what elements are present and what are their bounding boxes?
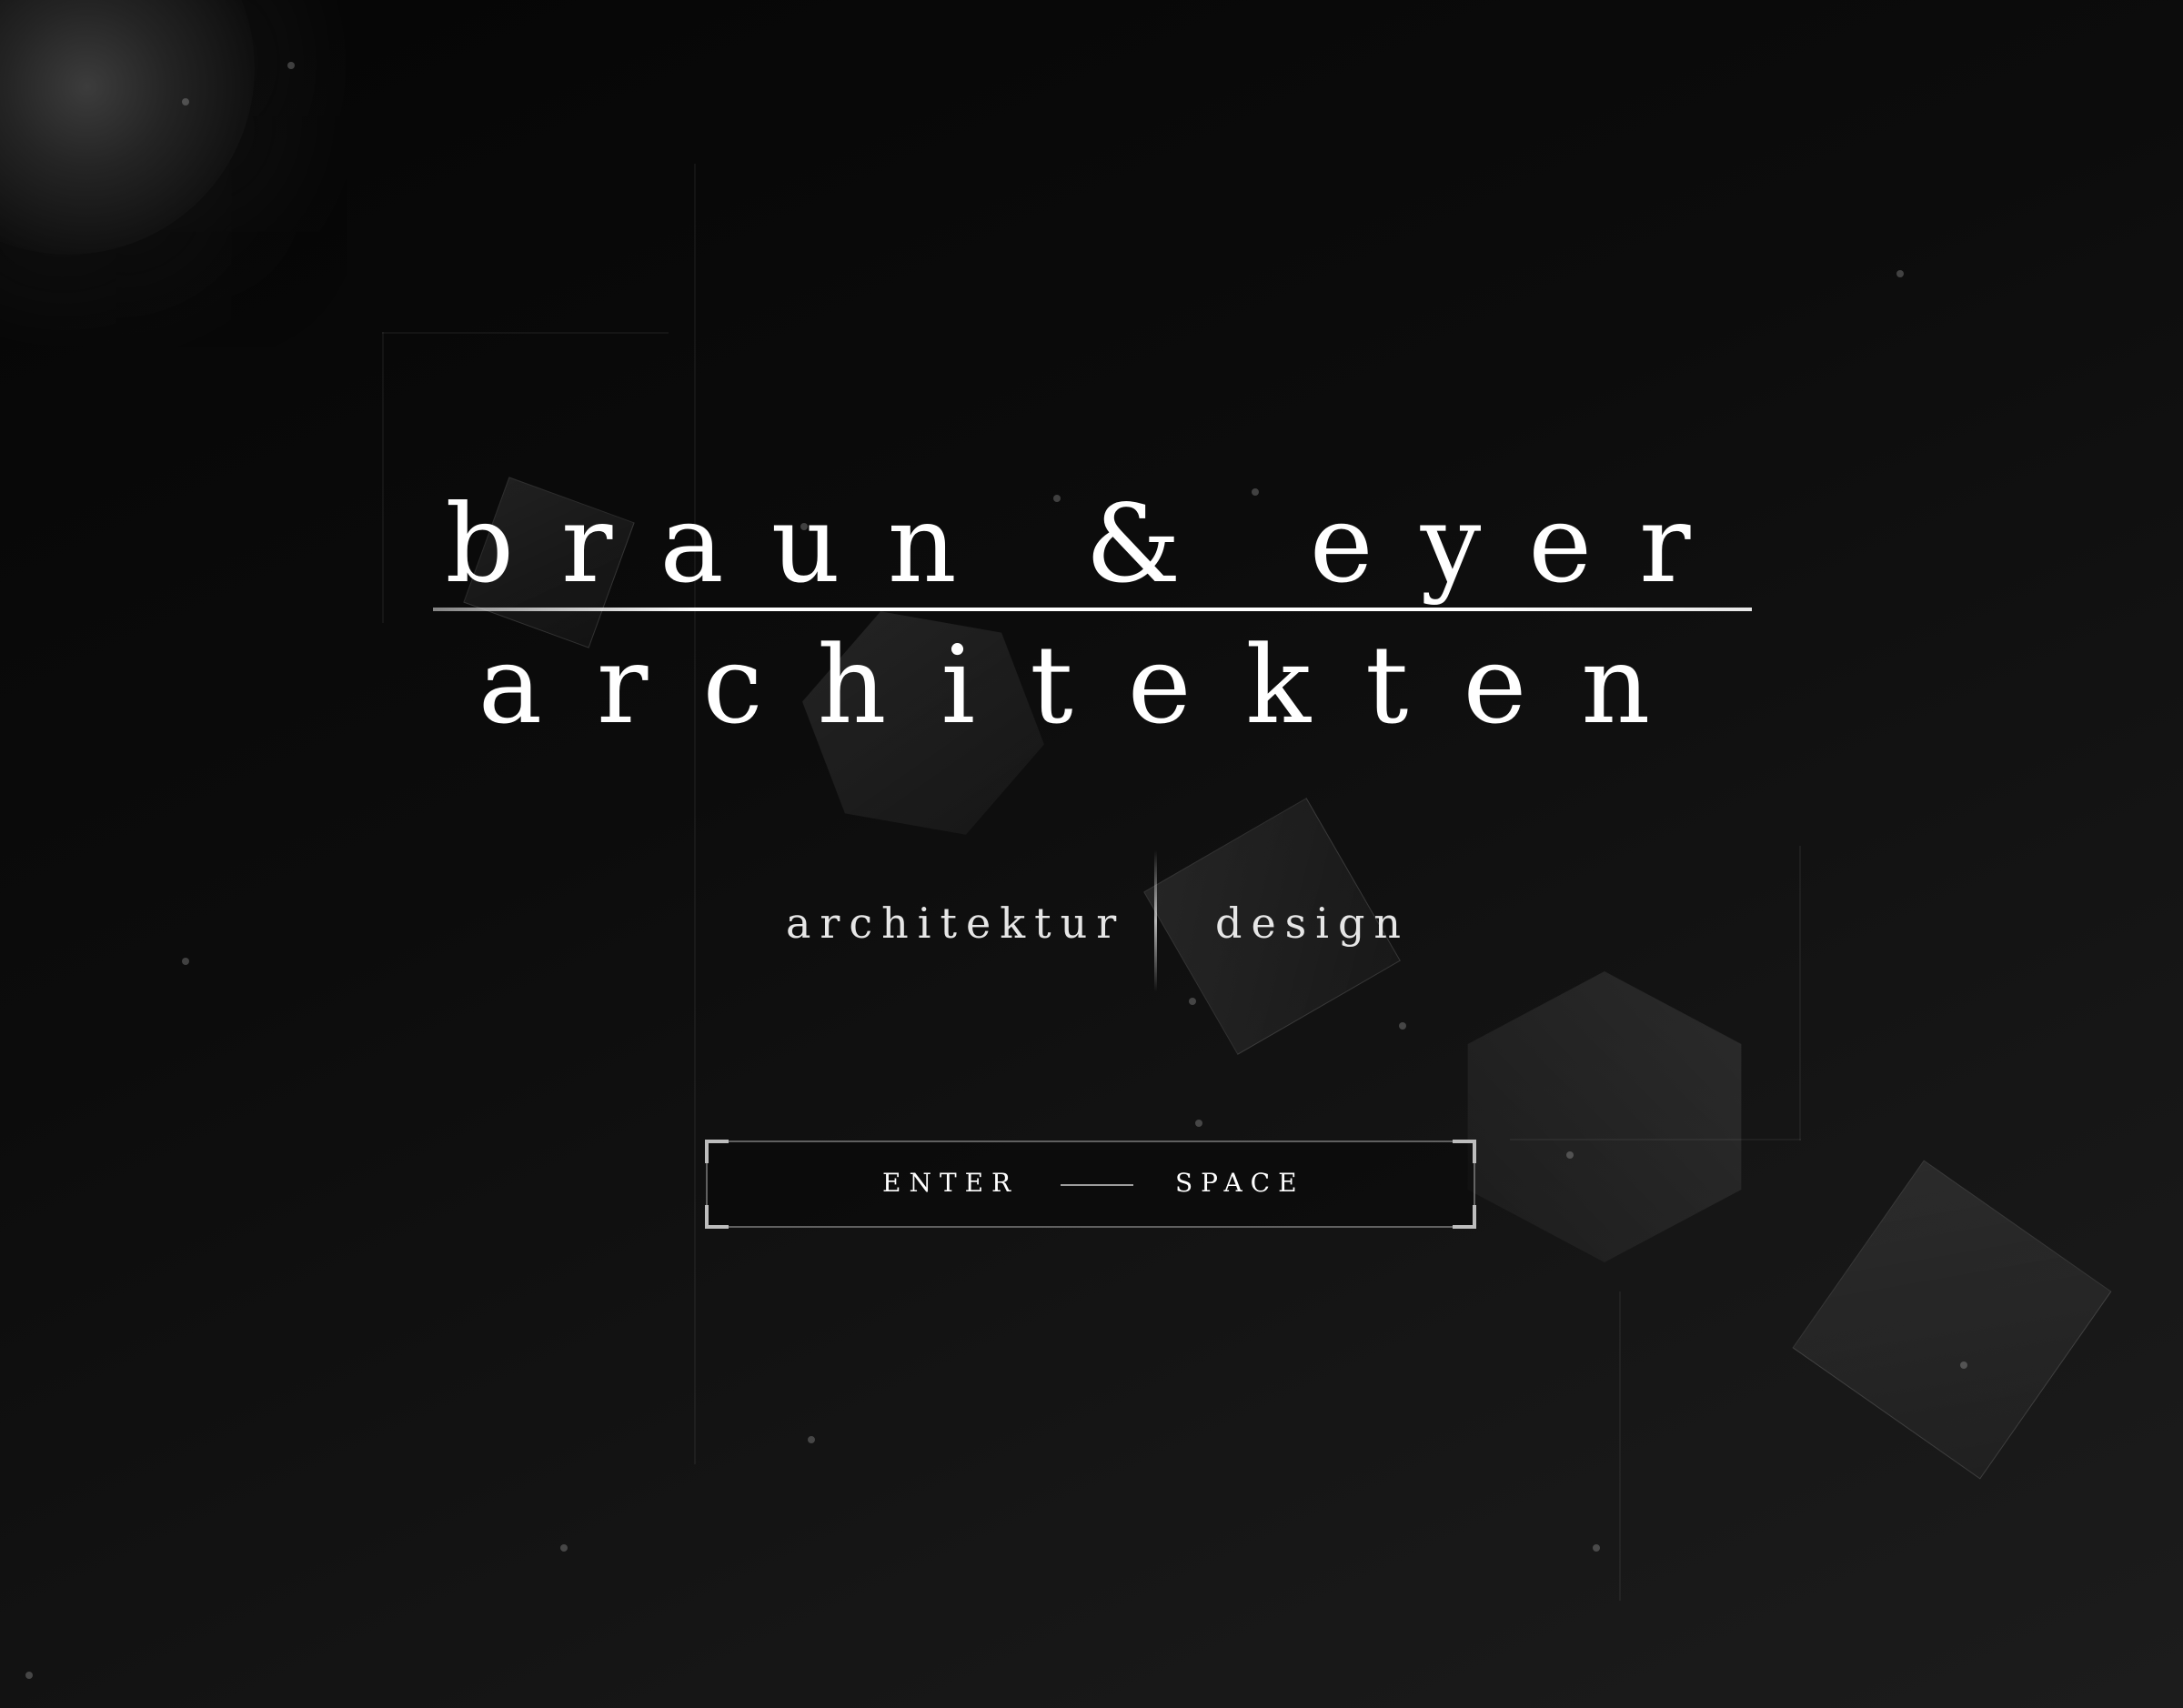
star-dot: [182, 98, 189, 105]
space-label: SPACE: [1175, 1168, 1305, 1198]
star-dot: [1896, 270, 1904, 277]
title-divider: [433, 608, 1752, 611]
star-dot: [182, 958, 189, 965]
star-dot: [1566, 1151, 1574, 1159]
corner-bracket: [705, 1140, 729, 1163]
corner-bracket: [705, 1205, 729, 1229]
tagline-divider: [1154, 850, 1157, 991]
tagline-design: design: [1215, 899, 1411, 948]
frame-line: [1799, 846, 1801, 1140]
landing-stage: braun & eyer architekten architektur des…: [0, 0, 2183, 1708]
star-dot: [1399, 1022, 1406, 1030]
corner-bracket: [1453, 1205, 1476, 1229]
star-dot: [1960, 1361, 1967, 1369]
enter-label: ENTER: [882, 1168, 1020, 1198]
glow-orb: [0, 0, 255, 255]
brand-title-line-1: braun & eyer: [445, 481, 1738, 607]
frame-line: [382, 332, 669, 334]
star-dot: [25, 1672, 33, 1679]
brand-title-line-2: architekten: [478, 622, 1705, 748]
frame-line: [1619, 1291, 1621, 1601]
floating-hexagon: [1459, 971, 1750, 1262]
frame-line: [694, 164, 696, 1464]
floating-square: [1792, 1160, 2112, 1480]
star-dot: [1593, 1544, 1600, 1552]
star-dot: [287, 62, 295, 69]
star-dot: [1189, 998, 1196, 1005]
corner-bracket: [1453, 1140, 1476, 1163]
tagline-architecture: architektur: [786, 899, 1126, 948]
star-dot: [808, 1436, 815, 1443]
star-dot: [1195, 1120, 1202, 1127]
star-dot: [560, 1544, 568, 1552]
button-dash: [1061, 1184, 1133, 1186]
enter-space-button[interactable]: ENTER SPACE: [705, 1140, 1476, 1229]
